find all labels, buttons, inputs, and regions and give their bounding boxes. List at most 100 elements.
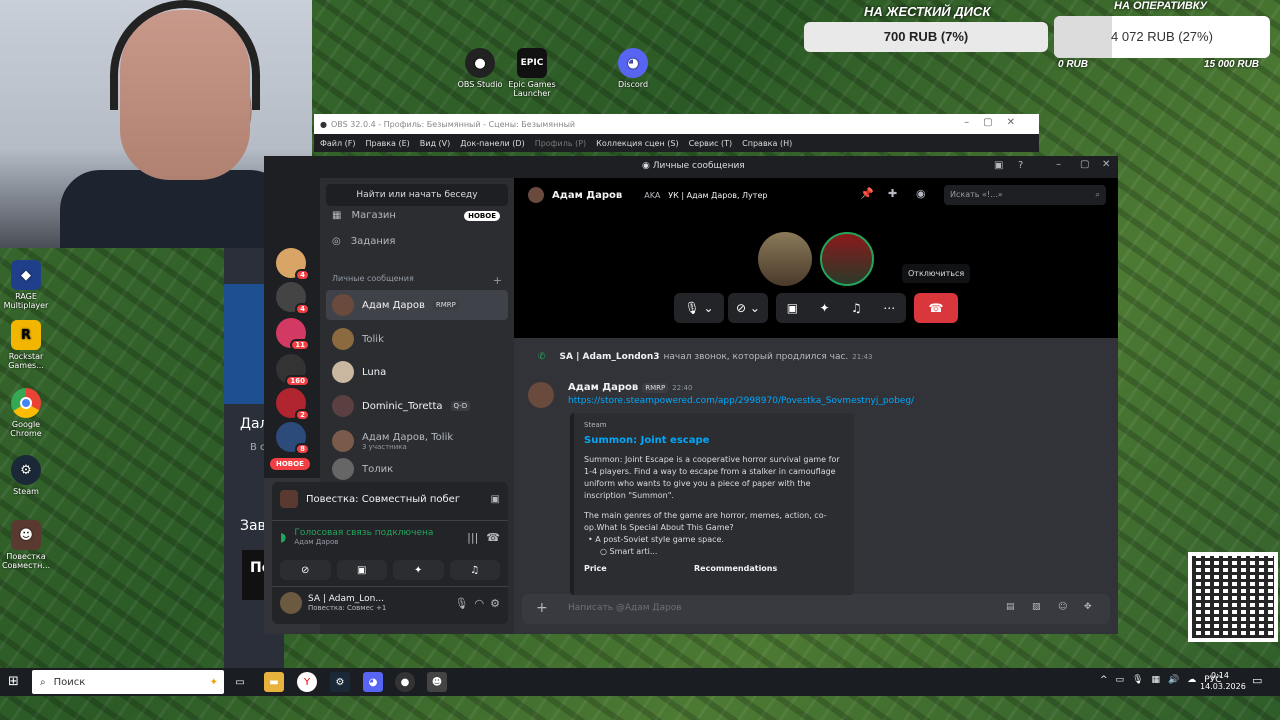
camera-off-icon[interactable]: ⊘ bbox=[280, 560, 331, 580]
dm-item[interactable]: Tolik bbox=[326, 324, 508, 354]
nav-quests[interactable]: ◎ Задания bbox=[332, 236, 395, 247]
voice-actions: ⊘ ▣ ✦ ♫ bbox=[280, 560, 500, 580]
dm-item[interactable]: Толик bbox=[326, 458, 508, 480]
message-author-avatar[interactable] bbox=[528, 382, 554, 408]
obs-title: OBS 32.0.4 - Профиль: Безымянный - Сцены… bbox=[330, 119, 576, 129]
game-taskbar-icon[interactable]: ☻ bbox=[427, 672, 447, 692]
inbox-icon[interactable]: ▣ bbox=[994, 160, 1003, 171]
yandex-browser-icon[interactable]: Y bbox=[297, 672, 317, 692]
obs-taskbar-icon[interactable]: ● bbox=[395, 672, 415, 692]
nav-shop[interactable]: ▦ Магазин НОВОЕ bbox=[332, 210, 500, 221]
rockstar-desktop-shortcut[interactable]: R Rockstar Games... bbox=[0, 320, 56, 370]
steam-desktop-shortcut[interactable]: ⚙ Steam bbox=[0, 455, 56, 496]
pin-icon[interactable]: 📌 bbox=[860, 187, 874, 200]
tray-mic-icon[interactable]: 🎙 bbox=[1132, 675, 1143, 685]
message-author[interactable]: Адам Даров bbox=[568, 382, 638, 393]
discord-taskbar-icon[interactable]: ◕ bbox=[363, 672, 383, 692]
obs-menu-file[interactable]: Файл (F) bbox=[320, 139, 356, 148]
add-friend-icon[interactable]: ✚ bbox=[888, 187, 897, 200]
embed-sub-bullet: ○ Smart arti... bbox=[600, 547, 658, 556]
mic-icon[interactable]: 🎙 bbox=[455, 597, 469, 610]
more-icon[interactable]: ⋯ bbox=[883, 301, 895, 315]
dm-item[interactable]: Dominic_Toretta Q-D bbox=[326, 391, 508, 421]
steam-taskbar-icon[interactable]: ⚙ bbox=[330, 672, 350, 692]
server-icon[interactable]: 8 bbox=[276, 422, 310, 455]
dm-item[interactable]: Адам Даров RMRP bbox=[326, 290, 508, 320]
obs-menu-tools[interactable]: Сервис (T) bbox=[689, 139, 733, 148]
tray-app-icon[interactable]: ▭ bbox=[1116, 675, 1125, 685]
embed-title[interactable]: Summon: Joint escape bbox=[584, 435, 844, 446]
obs-menu-edit[interactable]: Правка (E) bbox=[366, 139, 410, 148]
tray-overflow-icon[interactable]: ^ bbox=[1100, 675, 1108, 685]
call-camera-button[interactable]: ⊘ ⌄ bbox=[728, 293, 768, 323]
server-icon[interactable]: 2 bbox=[276, 388, 310, 421]
activity-row[interactable]: Повестка: Совместный побег ▣ bbox=[280, 490, 500, 508]
chat-header-name[interactable]: Адам Даров bbox=[552, 190, 622, 201]
taskbar-search[interactable]: ⌕ Поиск ✦ bbox=[32, 670, 224, 694]
tray-volume-icon[interactable]: 🔊 bbox=[1168, 675, 1179, 685]
task-view-icon[interactable]: ▭ bbox=[230, 672, 250, 692]
chrome-desktop-shortcut[interactable]: Google Chrome bbox=[0, 388, 56, 438]
screen-share-icon[interactable]: ▣ bbox=[336, 560, 387, 580]
povestka-desktop-shortcut[interactable]: ☻ Повестка Совместн... bbox=[0, 520, 56, 570]
search-input[interactable]: Искать «!...» ⌕ bbox=[944, 185, 1106, 205]
soundboard-icon[interactable]: ♫ bbox=[851, 301, 862, 315]
dm-item[interactable]: Luna bbox=[326, 357, 508, 387]
message-composer[interactable]: + Написать @Адам Даров ▤ ▧ ☺ ✥ bbox=[522, 594, 1110, 624]
disconnect-button[interactable]: ☎ bbox=[914, 293, 958, 323]
soundboard-icon[interactable]: ♫ bbox=[449, 560, 500, 580]
epic-desktop-shortcut[interactable]: EPIC Epic Games Launcher bbox=[502, 48, 562, 98]
headphones-icon[interactable]: ◠ bbox=[475, 597, 485, 610]
tray-cloud-icon[interactable]: ☁ bbox=[1187, 675, 1196, 685]
emoji-icon[interactable]: ☺ bbox=[1058, 602, 1067, 612]
windows-start-icon[interactable]: ⊞ bbox=[8, 674, 19, 689]
minimize-icon[interactable]: – bbox=[1056, 159, 1061, 170]
voice-status[interactable]: Голосовая связь подключена bbox=[294, 528, 433, 538]
window-controls-icon[interactable]: –▢✕ bbox=[964, 117, 1029, 128]
call-mic-button[interactable]: 🎙 ⌄ bbox=[674, 293, 724, 323]
obs-titlebar[interactable]: ● OBS 32.0.4 - Профиль: Безымянный - Сце… bbox=[314, 114, 1039, 134]
call-participant-avatar[interactable] bbox=[820, 232, 874, 286]
server-icon[interactable]: 11 bbox=[276, 318, 310, 351]
aka-names: УК | Адам Даров, Лутер bbox=[668, 190, 768, 200]
server-icon[interactable]: 4 bbox=[276, 282, 310, 315]
user-avatar[interactable] bbox=[280, 592, 302, 614]
obs-menu-docks[interactable]: Док-панели (D) bbox=[460, 139, 524, 148]
obs-desktop-shortcut[interactable]: ● OBS Studio bbox=[450, 48, 510, 89]
rage-desktop-shortcut[interactable]: ◆ RAGE Multiplayer bbox=[0, 260, 56, 310]
dm-item[interactable]: Адам Даров, Tolik 3 участника bbox=[326, 424, 508, 458]
discord-desktop-shortcut[interactable]: ◕ Discord bbox=[603, 48, 663, 89]
noise-suppression-icon[interactable]: ||| bbox=[467, 531, 478, 544]
server-icon[interactable]: 4 bbox=[276, 248, 310, 281]
maximize-icon[interactable]: ▢ bbox=[1080, 159, 1089, 170]
obs-menu-profile[interactable]: Профиль (P) bbox=[535, 139, 586, 148]
screen-share-icon[interactable]: ▣ bbox=[787, 301, 798, 315]
find-conversation-button[interactable]: Найти или начать беседу bbox=[326, 184, 508, 206]
profile-icon[interactable]: ◉ bbox=[916, 187, 926, 200]
activities-icon[interactable]: ✦ bbox=[393, 560, 444, 580]
attach-plus-icon[interactable]: + bbox=[536, 600, 548, 616]
steam-embed: Steam Summon: Joint escape Summon: Joint… bbox=[570, 413, 854, 595]
gif-icon[interactable]: ▤ bbox=[1006, 602, 1015, 612]
server-icon[interactable]: 160 bbox=[276, 354, 310, 387]
sticker-icon[interactable]: ▧ bbox=[1032, 602, 1041, 612]
new-pill[interactable]: НОВОЕ bbox=[270, 458, 310, 470]
settings-gear-icon[interactable]: ⚙ bbox=[490, 597, 500, 610]
tray-network-icon[interactable]: ▦ bbox=[1152, 675, 1161, 685]
message-header: Адам Даров RMRP 22:40 bbox=[568, 382, 692, 393]
obs-menu-scenes[interactable]: Коллекция сцен (S) bbox=[596, 139, 678, 148]
obs-menu-view[interactable]: Вид (V) bbox=[420, 139, 450, 148]
message-link[interactable]: https://store.steampowered.com/app/29989… bbox=[568, 396, 914, 406]
close-icon[interactable]: ✕ bbox=[1102, 159, 1110, 170]
file-explorer-icon[interactable]: ▬ bbox=[264, 672, 284, 692]
call-participant-avatar[interactable] bbox=[758, 232, 812, 286]
stream-icon[interactable]: ▣ bbox=[491, 494, 500, 505]
obs-menu-help[interactable]: Справка (H) bbox=[742, 139, 792, 148]
activities-icon[interactable]: ✦ bbox=[820, 301, 830, 315]
taskbar-clock[interactable]: 0:14 14.03.2026 bbox=[1200, 670, 1246, 692]
create-dm-icon[interactable]: + bbox=[493, 274, 502, 287]
notifications-icon[interactable]: ▭ bbox=[1252, 674, 1262, 687]
help-icon[interactable]: ? bbox=[1018, 160, 1023, 171]
apps-icon[interactable]: ✥ bbox=[1084, 602, 1092, 612]
disconnect-icon[interactable]: ☎ bbox=[486, 531, 500, 544]
